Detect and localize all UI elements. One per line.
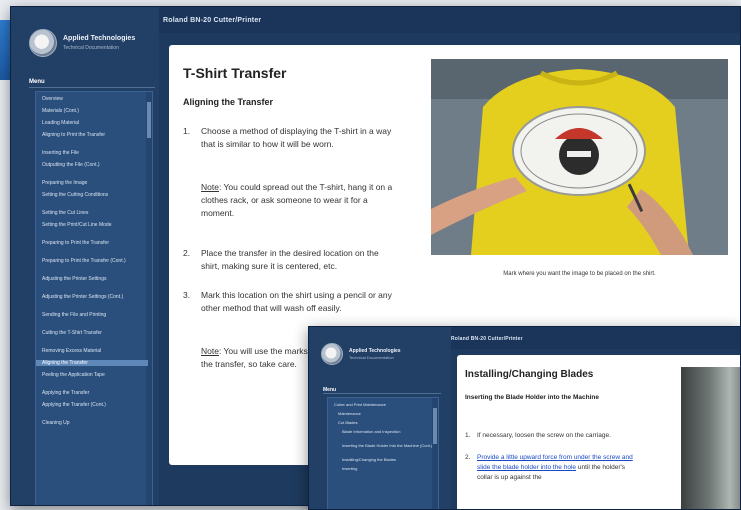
step-text: Provide a little upward force from under…: [477, 453, 635, 483]
company-logo: Applied Technologies Technical Documenta…: [29, 29, 154, 59]
menu-item[interactable]: Inserting: [334, 466, 438, 471]
company-name: Applied Technologies: [349, 348, 401, 354]
page-title: Installing/Changing Blades: [465, 369, 594, 380]
step-text: If necessary, loosen the screw on the ca…: [477, 432, 611, 439]
scrollbar-thumb[interactable]: [147, 102, 151, 138]
menu-item[interactable]: Inserting the Blade Holder Into the Mach…: [334, 443, 438, 448]
company-subtitle: Technical Documentation: [349, 355, 394, 360]
step-number: 1.: [183, 126, 191, 136]
menu-item[interactable]: Preparing the Image: [42, 180, 146, 186]
menu-item[interactable]: Preparing to Print the Transfer (Cont.): [42, 258, 146, 264]
company-name: Applied Technologies: [63, 35, 136, 42]
menu-item[interactable]: Cutting the T-Shirt Transfer: [42, 330, 146, 336]
sidebar: Applied Technologies Technical Documenta…: [309, 327, 451, 509]
menu-item[interactable]: Inserting the File: [42, 150, 146, 156]
menu-list[interactable]: Cutter and Print Maintenance Maintenance C…: [327, 397, 439, 509]
section-title: Aligning the Transfer: [183, 97, 274, 107]
section-title: Inserting the Blade Holder into the Mach…: [465, 394, 599, 401]
menu-item[interactable]: Preparing to Print the Transfer: [42, 240, 146, 246]
logo-emblem-icon: [321, 343, 343, 365]
menu-item[interactable]: Adjusting the Printer Settings (Cont.): [42, 294, 146, 300]
menu-item[interactable]: Setting the Cut Lines: [42, 210, 146, 216]
sidebar: Applied Technologies Technical Documenta…: [11, 7, 159, 505]
page-title: T-Shirt Transfer: [183, 65, 287, 81]
tshirt-photo-illustration: [431, 59, 728, 255]
menu-item[interactable]: Loading Material: [42, 120, 146, 126]
menu-label: Menu: [29, 79, 45, 85]
menu-item[interactable]: Maintenance: [334, 411, 438, 416]
menu-item[interactable]: Installing/Changing the Blades: [334, 457, 438, 462]
step-number: 1.: [465, 432, 471, 439]
note-text: : You could spread out the T-shirt, hang…: [201, 182, 393, 218]
title-bar: Roland BN-20 Cutter/Printer: [451, 327, 740, 349]
menu-item[interactable]: Cut Blades: [334, 420, 438, 425]
secondary-window: Applied Technologies Technical Documenta…: [308, 326, 741, 510]
menu-item[interactable]: Sending the File and Printing: [42, 312, 146, 318]
menu-item[interactable]: Cleaning Up: [42, 420, 146, 426]
logo-emblem-icon: [29, 29, 57, 57]
menu-item[interactable]: Materials (Cont.): [42, 108, 146, 114]
blade-photo: [681, 367, 740, 509]
menu-item[interactable]: Applying the Transfer (Cont.): [42, 402, 146, 408]
menu-item[interactable]: Blade Information and Inspection: [334, 429, 438, 434]
menu-item[interactable]: Setting the Print/Cut Line Mode: [42, 222, 146, 228]
menu-item[interactable]: Peeling the Application Tape: [42, 372, 146, 378]
menu-list[interactable]: Overview Materials (Cont.) Loading Materia…: [35, 91, 153, 505]
window-title: Roland BN-20 Cutter/Printer: [163, 17, 262, 24]
menu-item[interactable]: Overview: [42, 96, 146, 102]
menu-item[interactable]: Aligning to Print the Transfer: [42, 132, 146, 138]
photo-caption: Mark where you want the image to be plac…: [503, 271, 656, 277]
step-number: 2.: [183, 248, 191, 258]
tshirt-photo: [431, 59, 728, 255]
menu-divider: [29, 87, 155, 88]
menu-item[interactable]: Cutter and Print Maintenance: [334, 402, 438, 407]
menu-item[interactable]: Removing Excess Material: [42, 348, 146, 354]
note-label: Note: [201, 182, 219, 192]
step-text: Choose a method of displaying the T-shir…: [201, 126, 392, 149]
content-panel: Installing/Changing Blades Inserting the…: [457, 355, 740, 509]
step-text: Place the transfer in the desired locati…: [201, 248, 379, 271]
menu-divider: [323, 393, 441, 394]
window-title: Roland BN-20 Cutter/Printer: [451, 336, 523, 342]
menu-item[interactable]: Applying the Transfer: [42, 390, 146, 396]
menu-item[interactable]: Outputting the File (Cont.): [42, 162, 146, 168]
menu-scrollbar[interactable]: [146, 92, 152, 505]
company-subtitle: Technical Documentation: [63, 45, 119, 51]
step-text: Mark this location on the shirt using a …: [201, 290, 392, 313]
menu-item[interactable]: Adjusting the Printer Settings: [42, 276, 146, 282]
note: Note: You could spread out the T-shirt, …: [201, 181, 396, 220]
step-number: 2.: [465, 454, 471, 461]
menu-item[interactable]: Aligning the Transfer: [36, 360, 148, 366]
company-logo: Applied Technologies Technical Documenta…: [321, 343, 446, 373]
note-label: Note: [201, 346, 219, 356]
title-bar: Roland BN-20 Cutter/Printer: [159, 7, 740, 33]
step-number: 3.: [183, 290, 191, 300]
menu-item[interactable]: Setting the Cutting Conditions: [42, 192, 146, 198]
